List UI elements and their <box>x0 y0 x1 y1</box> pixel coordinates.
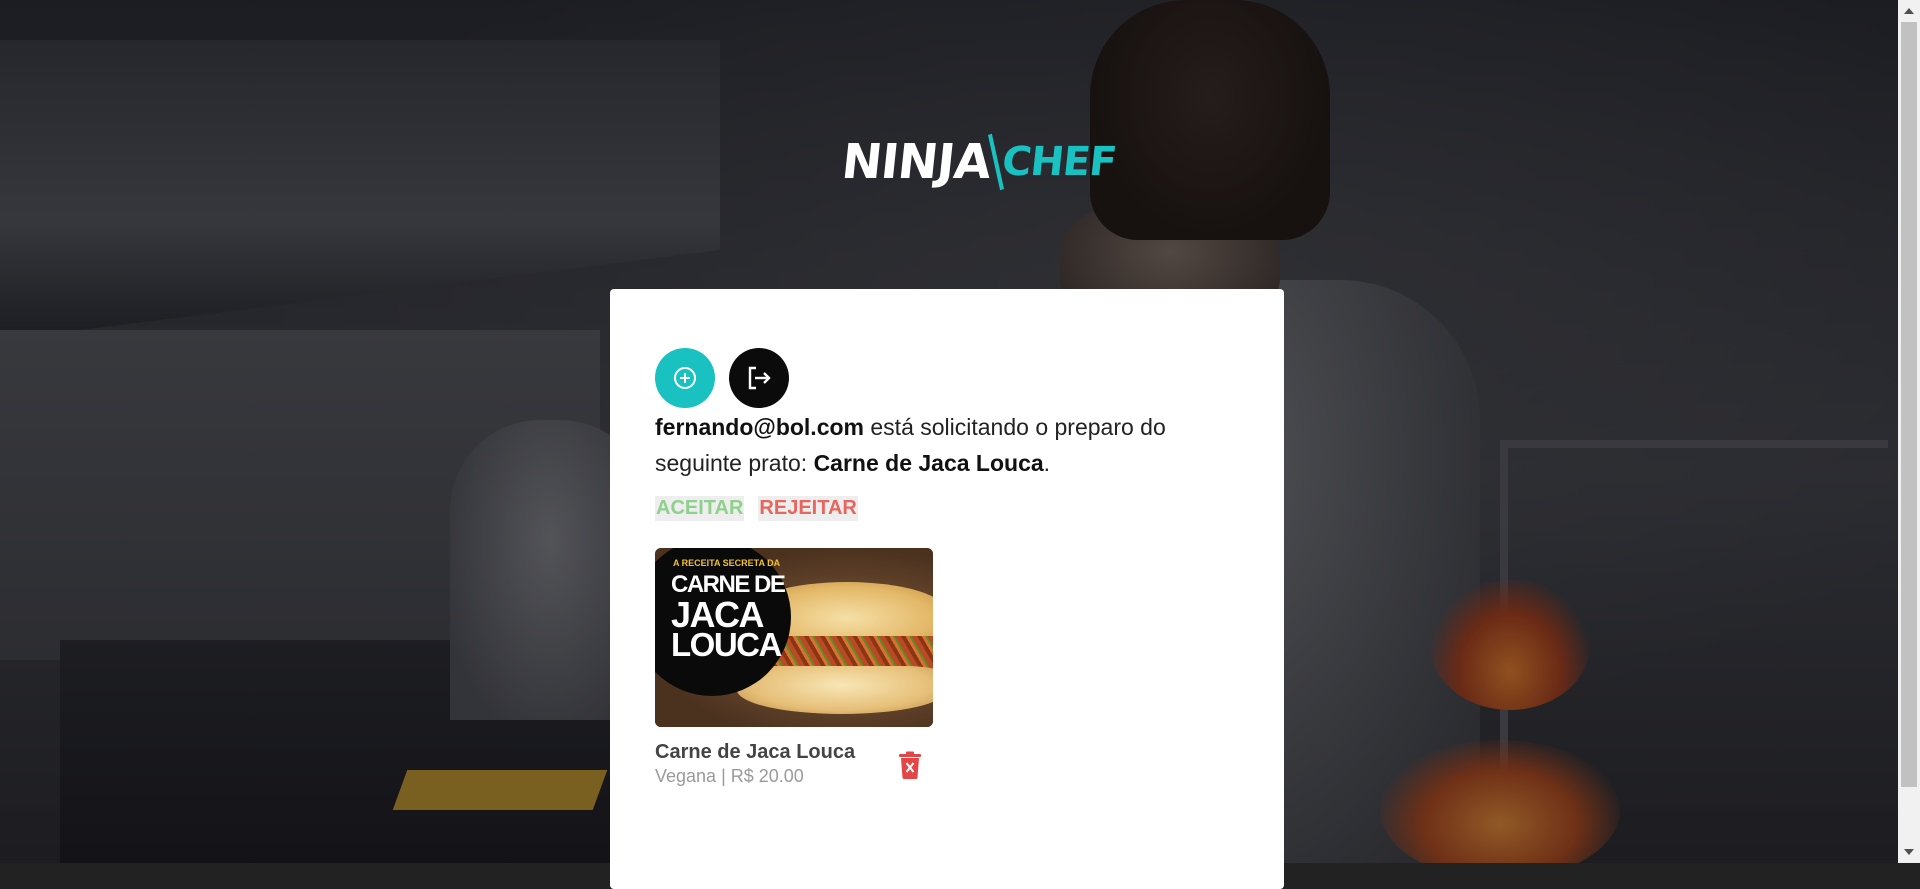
request-text-end: . <box>1043 450 1051 476</box>
dish-meta: Vegana | R$ 20.00 <box>655 766 804 786</box>
ninjachef-logo: NINJA CHEF <box>839 130 1119 194</box>
logo-ninja-text: NINJA <box>839 134 994 190</box>
plus-circle-icon <box>674 367 696 389</box>
trash-icon[interactable] <box>899 751 921 779</box>
dish-name: Carne de Jaca Louca <box>655 741 856 763</box>
scroll-down-arrow-icon[interactable] <box>1904 849 1914 855</box>
scrollbar-thumb[interactable] <box>1901 22 1917 787</box>
logout-button[interactable] <box>729 348 789 408</box>
image-caption: CARNE DE JACA LOUCA <box>671 570 786 663</box>
dish-image: A RECEITA SECRETA DA CARNE DE JACA LOUCA <box>655 548 933 727</box>
page-scrollbar[interactable] <box>1898 0 1920 863</box>
image-caption-line3: LOUCA <box>671 626 782 663</box>
image-caption-small: A RECEITA SECRETA DA <box>673 558 781 568</box>
logo-chef-text: CHEF <box>999 139 1119 185</box>
reject-button[interactable]: REJEITAR <box>758 496 858 521</box>
request-message: fernando@bol.com está solicitando o prep… <box>655 409 1215 481</box>
request-actions: ACEITAR REJEITAR <box>655 496 858 521</box>
action-bar <box>655 348 789 408</box>
requester-email: fernando@bol.com <box>655 414 864 440</box>
accept-button[interactable]: ACEITAR <box>655 496 745 521</box>
add-dish-button[interactable] <box>655 348 715 408</box>
scroll-up-arrow-icon[interactable] <box>1904 8 1914 14</box>
requested-dish: Carne de Jaca Louca <box>813 450 1044 476</box>
dashboard-card: fernando@bol.com está solicitando o prep… <box>610 289 1284 889</box>
logout-icon <box>748 366 771 390</box>
